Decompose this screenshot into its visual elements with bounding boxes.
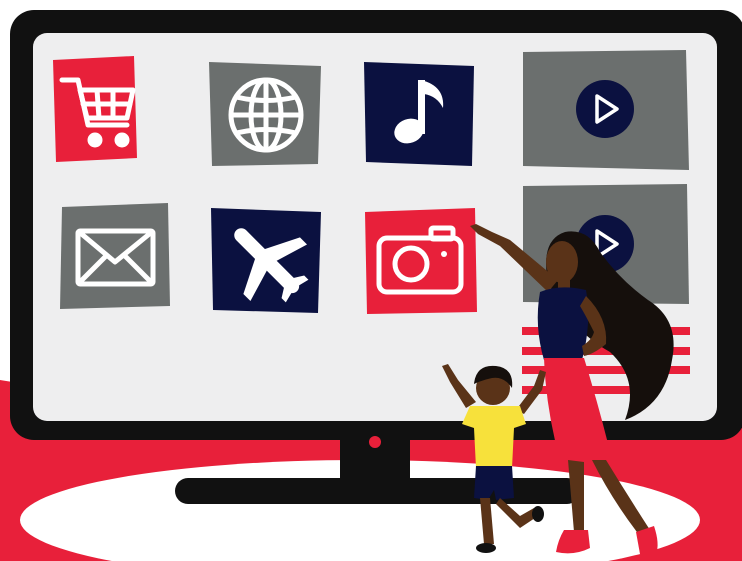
camera-app-tile[interactable] [365, 208, 477, 314]
travel-app-tile[interactable] [208, 202, 325, 319]
woman-head [546, 241, 578, 283]
tv-stand-base [175, 478, 580, 504]
mail-app-tile[interactable] [60, 203, 170, 309]
globe-icon [228, 77, 304, 153]
video-play-icon [576, 80, 634, 138]
shopping-cart-app-tile[interactable] [53, 56, 137, 162]
tv-scene-illustration [0, 10, 742, 561]
video-app-tile-top[interactable] [523, 50, 689, 170]
tv-power-light[interactable] [369, 436, 381, 448]
music-app-tile[interactable] [364, 62, 474, 166]
globe-app-tile[interactable] [209, 62, 321, 166]
woman-top [537, 287, 589, 360]
